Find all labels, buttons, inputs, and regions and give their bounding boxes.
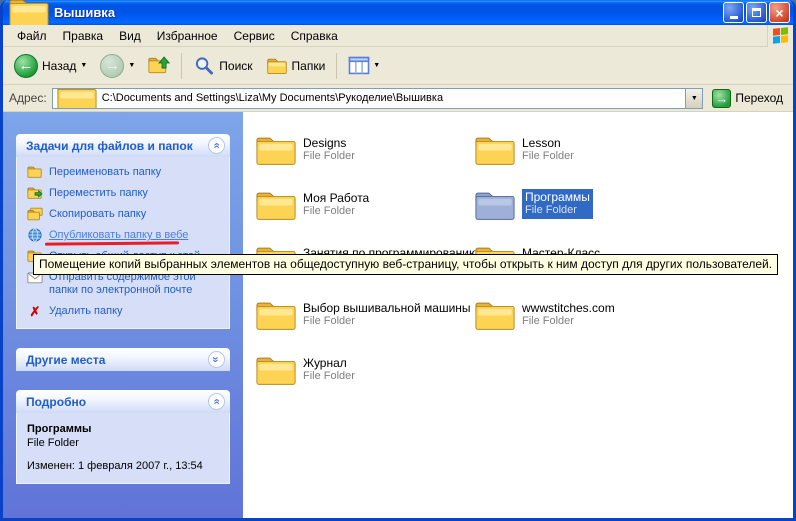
collapse-button[interactable]: «: [208, 393, 225, 410]
menu-edit[interactable]: Правка: [55, 27, 112, 45]
details-panel-header[interactable]: Подробно «: [16, 390, 230, 413]
window-title: Вышивка: [54, 5, 115, 20]
folders-button[interactable]: Папки: [261, 53, 331, 78]
folder-icon: [255, 299, 297, 332]
back-button[interactable]: ← Назад ▼: [9, 51, 92, 81]
forward-button[interactable]: → ▼: [95, 51, 140, 81]
folder-icon-selected: [474, 189, 516, 222]
views-icon: [348, 56, 370, 75]
tasks-panel-title: Задачи для файлов и папок: [26, 139, 193, 153]
tasks-panel-header[interactable]: Задачи для файлов и папок «: [16, 134, 230, 157]
minimize-icon: [730, 16, 738, 19]
file-item-wwwstitches[interactable]: wwwstitches.comFile Folder: [474, 299, 693, 354]
sidebar: Задачи для файлов и папок « Переименоват…: [3, 112, 243, 518]
close-icon: ×: [775, 6, 783, 20]
expand-button[interactable]: «: [208, 351, 225, 368]
move-folder-icon: [27, 186, 43, 200]
publish-web-icon: [27, 228, 43, 242]
menu-help[interactable]: Справка: [283, 27, 346, 45]
menu-favorites[interactable]: Избранное: [149, 27, 226, 45]
menu-file[interactable]: Файл: [9, 27, 55, 45]
views-dropdown-icon[interactable]: ▼: [373, 62, 380, 69]
tooltip: Помещение копий выбранных элементов на о…: [33, 254, 778, 275]
back-icon: ←: [14, 54, 38, 78]
address-label: Адрес:: [9, 91, 47, 105]
folder-icon: [474, 134, 516, 167]
menu-bar: Файл Правка Вид Избранное Сервис Справка: [3, 25, 793, 47]
task-delete-folder[interactable]: ✗ Удалить папку: [27, 305, 223, 318]
toolbar: ← Назад ▼ → ▼ Поиск: [3, 47, 793, 85]
folder-icon: [255, 134, 297, 167]
copy-folder-icon: [27, 207, 43, 221]
delete-icon: ✗: [27, 305, 43, 318]
other-places-header[interactable]: Другие места «: [16, 348, 230, 371]
up-folder-icon: [148, 56, 170, 75]
folder-icon: [255, 189, 297, 222]
file-item-moya-rabota[interactable]: Моя РаботаFile Folder: [255, 189, 474, 244]
maximize-button[interactable]: [746, 2, 767, 23]
chevron-up-icon: «: [211, 398, 222, 404]
windows-logo: [767, 25, 793, 47]
file-item-designs[interactable]: DesignsFile Folder: [255, 134, 474, 189]
file-folder-tasks-panel: Задачи для файлов и папок « Переименоват…: [16, 134, 230, 329]
maximize-icon: [752, 8, 761, 17]
file-item-vybor-mashiny[interactable]: Выбор вышивальной машиныFile Folder: [255, 299, 474, 354]
chevron-up-icon: «: [211, 142, 222, 148]
search-button[interactable]: Поиск: [188, 53, 257, 78]
search-icon: [193, 56, 215, 75]
task-copy-folder[interactable]: Скопировать папку: [27, 208, 223, 221]
details-item-type: File Folder: [27, 436, 223, 450]
go-button[interactable]: → Переход: [708, 87, 787, 110]
details-panel: Подробно « Программы File Folder Изменен…: [16, 390, 230, 484]
folder-icon: [255, 354, 297, 387]
forward-dropdown-icon[interactable]: ▼: [128, 62, 135, 69]
folders-label: Папки: [292, 59, 326, 73]
address-bar: Адрес: C:\Documents and Settings\Liza\My…: [3, 85, 793, 112]
title-bar: Вышивка ×: [3, 0, 793, 25]
search-label: Поиск: [219, 59, 252, 73]
back-label: Назад: [42, 59, 76, 73]
folder-icon: [474, 299, 516, 332]
up-button[interactable]: [143, 53, 175, 78]
toolbar-separator: [336, 53, 337, 79]
file-item-programmy-selected[interactable]: ПрограммыFile Folder: [474, 189, 693, 244]
task-move-folder[interactable]: Переместить папку: [27, 187, 223, 200]
address-input[interactable]: C:\Documents and Settings\Liza\My Docume…: [52, 88, 704, 109]
go-arrow-icon: →: [712, 89, 731, 108]
details-item-name: Программы: [27, 422, 223, 436]
details-item-modified: Изменен: 1 февраля 2007 г., 13:54: [27, 459, 223, 473]
main-area: Задачи для файлов и папок « Переименоват…: [3, 112, 793, 518]
minimize-button[interactable]: [723, 2, 744, 23]
menu-tools[interactable]: Сервис: [226, 27, 283, 45]
file-item-zhurnal[interactable]: ЖурналFile Folder: [255, 354, 474, 409]
task-publish-folder-web[interactable]: Опубликовать папку в вебе: [27, 229, 223, 242]
details-panel-title: Подробно: [26, 395, 86, 409]
toolbar-separator: [181, 53, 182, 79]
explorer-window: Вышивка × Файл Правка Вид Избранное Серв…: [0, 0, 796, 521]
forward-icon: →: [100, 54, 124, 78]
back-dropdown-icon[interactable]: ▼: [80, 62, 87, 69]
views-button[interactable]: ▼: [343, 53, 385, 78]
file-item-lesson[interactable]: LessonFile Folder: [474, 134, 693, 189]
other-places-panel: Другие места «: [16, 348, 230, 371]
address-dropdown-button[interactable]: ▼: [685, 89, 702, 108]
menu-view[interactable]: Вид: [111, 27, 149, 45]
rename-folder-icon: [27, 165, 43, 179]
address-path: C:\Documents and Settings\Liza\My Docume…: [102, 92, 443, 104]
go-label: Переход: [735, 91, 783, 105]
chevron-down-icon: «: [211, 356, 222, 362]
folders-icon: [266, 56, 288, 75]
task-rename-folder[interactable]: Переименовать папку: [27, 166, 223, 179]
red-underline-annotation: [45, 241, 179, 245]
file-list-area: DesignsFile Folder LessonFile Folder Моя…: [243, 112, 793, 518]
collapse-button[interactable]: «: [208, 137, 225, 154]
close-button[interactable]: ×: [769, 2, 790, 23]
other-places-title: Другие места: [26, 353, 105, 367]
address-folder-icon: [56, 88, 98, 109]
